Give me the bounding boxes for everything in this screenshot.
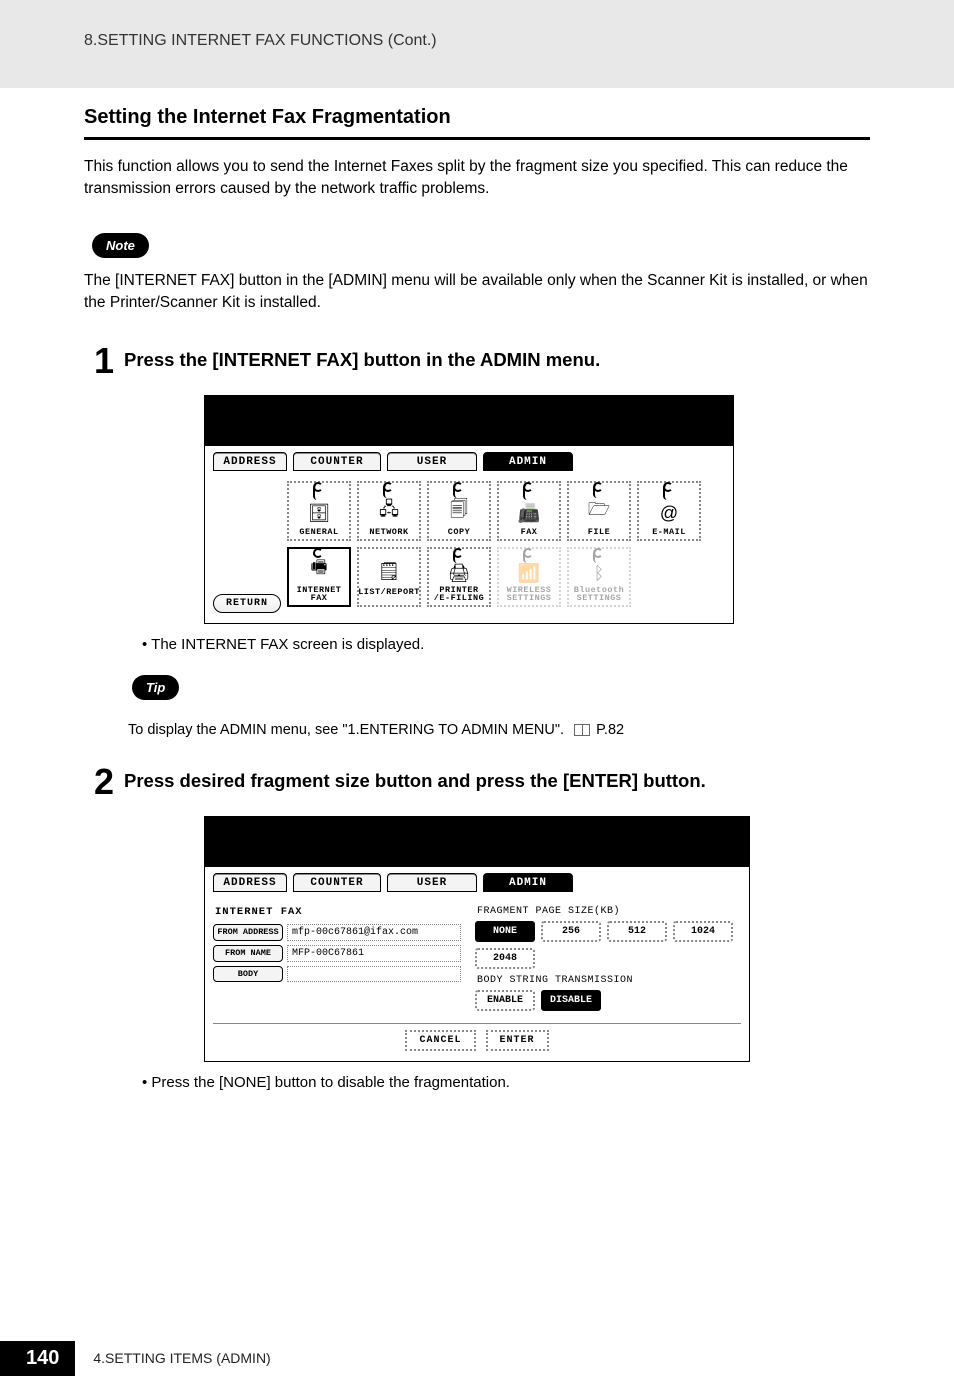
footer-text: 4.SETTING ITEMS (ADMIN) (93, 1350, 270, 1366)
wrench-icon (453, 551, 463, 563)
section-title: Setting the Internet Fax Fragmentation (84, 106, 870, 140)
step-2: 2 Press desired fragment size button and… (84, 764, 870, 800)
from-address-button[interactable]: FROM ADDRESS (213, 924, 283, 941)
from-address-value: mfp-00c67861@ifax.com (287, 924, 461, 941)
note-badge: Note (92, 233, 149, 258)
step1-result-bullet: The INTERNET FAX screen is displayed. (142, 636, 870, 653)
internet-fax-screenshot: ADDRESS COUNTER USER ADMIN INTERNET FAX … (204, 816, 750, 1062)
bluetooth-icon: ᛒ (582, 563, 616, 584)
wrench-icon (383, 485, 393, 499)
fragment-label: FRAGMENT PAGE SIZE(KB) (477, 906, 741, 917)
admin-printer-efiling-button[interactable]: 🖨PRINTER /E-FILING (427, 547, 491, 607)
tab-admin[interactable]: ADMIN (483, 873, 573, 892)
wrench-icon (593, 551, 603, 563)
body-string-enable-button[interactable]: ENABLE (475, 990, 535, 1011)
wrench-icon (593, 485, 603, 499)
fragment-none-button[interactable]: NONE (475, 921, 535, 942)
email-icon: @ (652, 500, 686, 526)
tab-counter[interactable]: COUNTER (293, 873, 381, 892)
step-number: 2 (84, 764, 124, 800)
body-button[interactable]: BODY (213, 966, 283, 982)
tab-user[interactable]: USER (387, 873, 477, 892)
admin-email-button[interactable]: @E-MAIL (637, 481, 701, 541)
wrench-icon (453, 485, 463, 499)
tip-page-ref: P.82 (596, 722, 624, 738)
network-icon: 🖧 (372, 498, 406, 526)
body-string-label: BODY STRING TRANSMISSION (477, 975, 741, 986)
general-icon: 🗄 (302, 500, 336, 526)
admin-copy-button[interactable]: 🗐COPY (427, 481, 491, 541)
page-number: 140 (0, 1341, 75, 1376)
admin-network-button[interactable]: 🖧NETWORK (357, 481, 421, 541)
from-name-button[interactable]: FROM NAME (213, 945, 283, 962)
from-name-value: MFP-00C67861 (287, 945, 461, 962)
tip-badge: Tip (132, 675, 179, 700)
admin-internet-fax-button[interactable]: 🖷INTERNET FAX (287, 547, 351, 607)
printer-efiling-icon: 🖨 (442, 563, 476, 584)
step2-result-bullet: Press the [NONE] button to disable the f… (142, 1074, 870, 1091)
tab-user[interactable]: USER (387, 452, 477, 471)
tip-text-body: To display the ADMIN menu, see "1.ENTERI… (128, 722, 564, 738)
breadcrumb: 8.SETTING INTERNET FAX FUNCTIONS (Cont.) (84, 32, 954, 50)
admin-wireless-button[interactable]: 📶WIRELESS SETTINGS (497, 547, 561, 607)
fragment-512-button[interactable]: 512 (607, 921, 667, 942)
admin-fax-button[interactable]: 📠FAX (497, 481, 561, 541)
admin-general-button[interactable]: 🗄GENERAL (287, 481, 351, 541)
page-footer: 140 4.SETTING ITEMS (ADMIN) (0, 1341, 954, 1376)
list-report-icon: 🗒 (372, 558, 406, 586)
step-text: Press the [INTERNET FAX] button in the A… (124, 343, 600, 371)
internet-fax-icon: 🖷 (302, 556, 336, 584)
tab-address[interactable]: ADDRESS (213, 452, 287, 471)
body-string-disable-button[interactable]: DISABLE (541, 990, 601, 1011)
page-header-band: 8.SETTING INTERNET FAX FUNCTIONS (Cont.) (0, 0, 954, 88)
tab-row: ADDRESS COUNTER USER ADMIN (205, 867, 749, 896)
enter-button[interactable]: ENTER (486, 1030, 549, 1051)
screen-title: INTERNET FAX (215, 906, 461, 918)
admin-file-button[interactable]: 🗁FILE (567, 481, 631, 541)
wrench-icon (663, 485, 673, 500)
section-intro: This function allows you to send the Int… (84, 156, 870, 201)
tab-counter[interactable]: COUNTER (293, 452, 381, 471)
wireless-icon: 📶 (512, 563, 546, 584)
admin-menu-screenshot: ADDRESS COUNTER USER ADMIN RETURN 🗄GENER… (204, 395, 734, 624)
body-value (287, 966, 461, 982)
file-icon: 🗁 (582, 498, 616, 526)
return-button[interactable]: RETURN (213, 594, 281, 613)
fragment-256-button[interactable]: 256 (541, 921, 601, 942)
note-text: The [INTERNET FAX] button in the [ADMIN]… (84, 270, 870, 315)
book-icon (574, 724, 590, 736)
admin-bluetooth-button[interactable]: ᛒBluetooth SETTINGS (567, 547, 631, 607)
tab-admin[interactable]: ADMIN (483, 452, 573, 471)
fragment-1024-button[interactable]: 1024 (673, 921, 733, 942)
cancel-button[interactable]: CANCEL (405, 1030, 475, 1051)
tab-address[interactable]: ADDRESS (213, 873, 287, 892)
step-1: 1 Press the [INTERNET FAX] button in the… (84, 343, 870, 379)
copy-icon: 🗐 (442, 498, 476, 526)
step-number: 1 (84, 343, 124, 379)
step-text: Press desired fragment size button and p… (124, 764, 706, 792)
wrench-icon (523, 485, 533, 500)
wrench-icon (523, 551, 533, 563)
fax-icon: 📠 (512, 500, 546, 526)
tip-text: To display the ADMIN menu, see "1.ENTERI… (128, 722, 870, 738)
tab-row: ADDRESS COUNTER USER ADMIN (205, 446, 733, 475)
admin-list-report-button[interactable]: 🗒LIST/REPORT (357, 547, 421, 607)
fragment-2048-button[interactable]: 2048 (475, 948, 535, 969)
wrench-icon (313, 485, 323, 500)
wrench-icon (313, 551, 323, 556)
